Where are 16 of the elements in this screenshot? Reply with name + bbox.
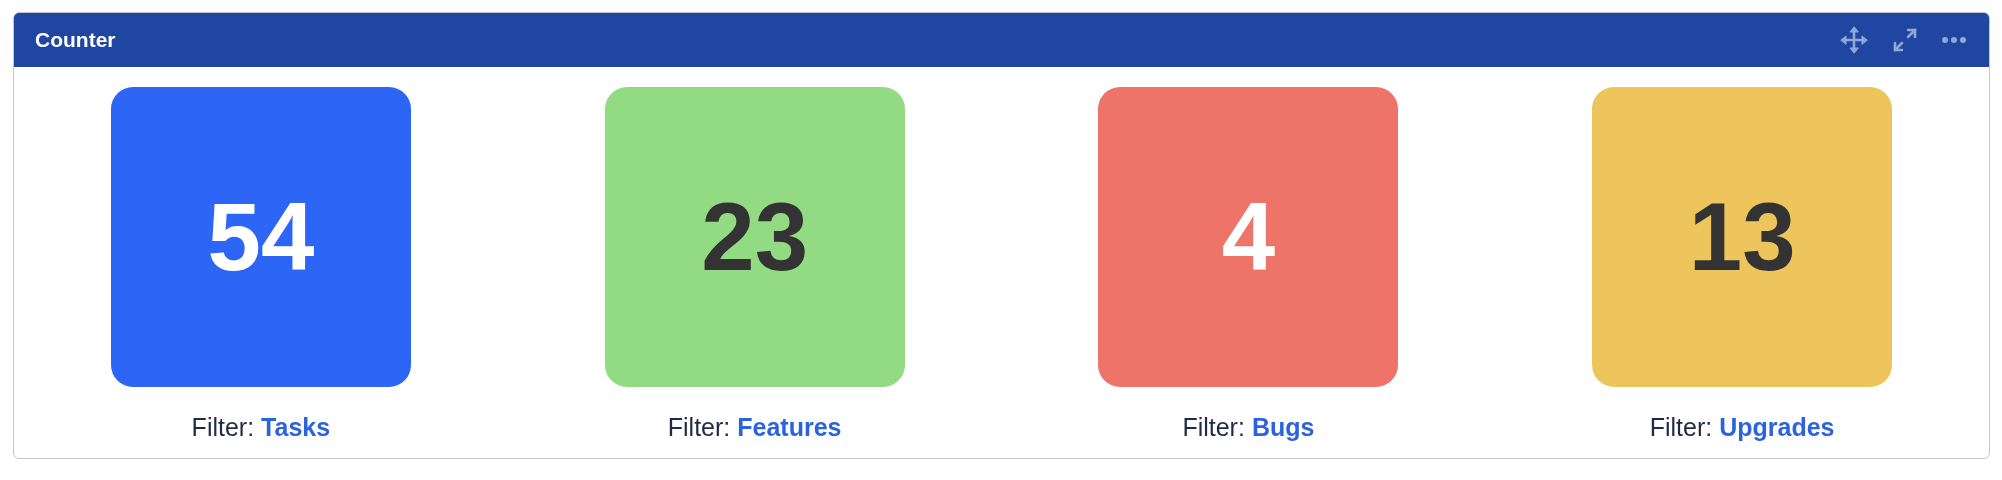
counter-value: 4	[1221, 182, 1276, 292]
counter-value: 23	[701, 182, 808, 292]
filter-link[interactable]: Bugs	[1251, 413, 1315, 442]
filter-label: Filter:	[667, 413, 731, 442]
filter-label: Filter:	[1649, 413, 1713, 442]
move-icon[interactable]	[1839, 25, 1869, 55]
counter-value: 54	[207, 182, 315, 292]
expand-icon[interactable]	[1891, 26, 1919, 54]
filter-link[interactable]: Upgrades	[1719, 413, 1835, 442]
panel-title: Counter	[35, 28, 116, 52]
filter-label: Filter:	[1182, 413, 1245, 442]
filter-link[interactable]: Tasks	[261, 413, 331, 442]
filter-link[interactable]: Features	[737, 413, 842, 442]
counter-value: 13	[1688, 182, 1796, 292]
filter-label: Filter:	[191, 413, 255, 442]
more-icon[interactable]	[1941, 36, 1967, 44]
